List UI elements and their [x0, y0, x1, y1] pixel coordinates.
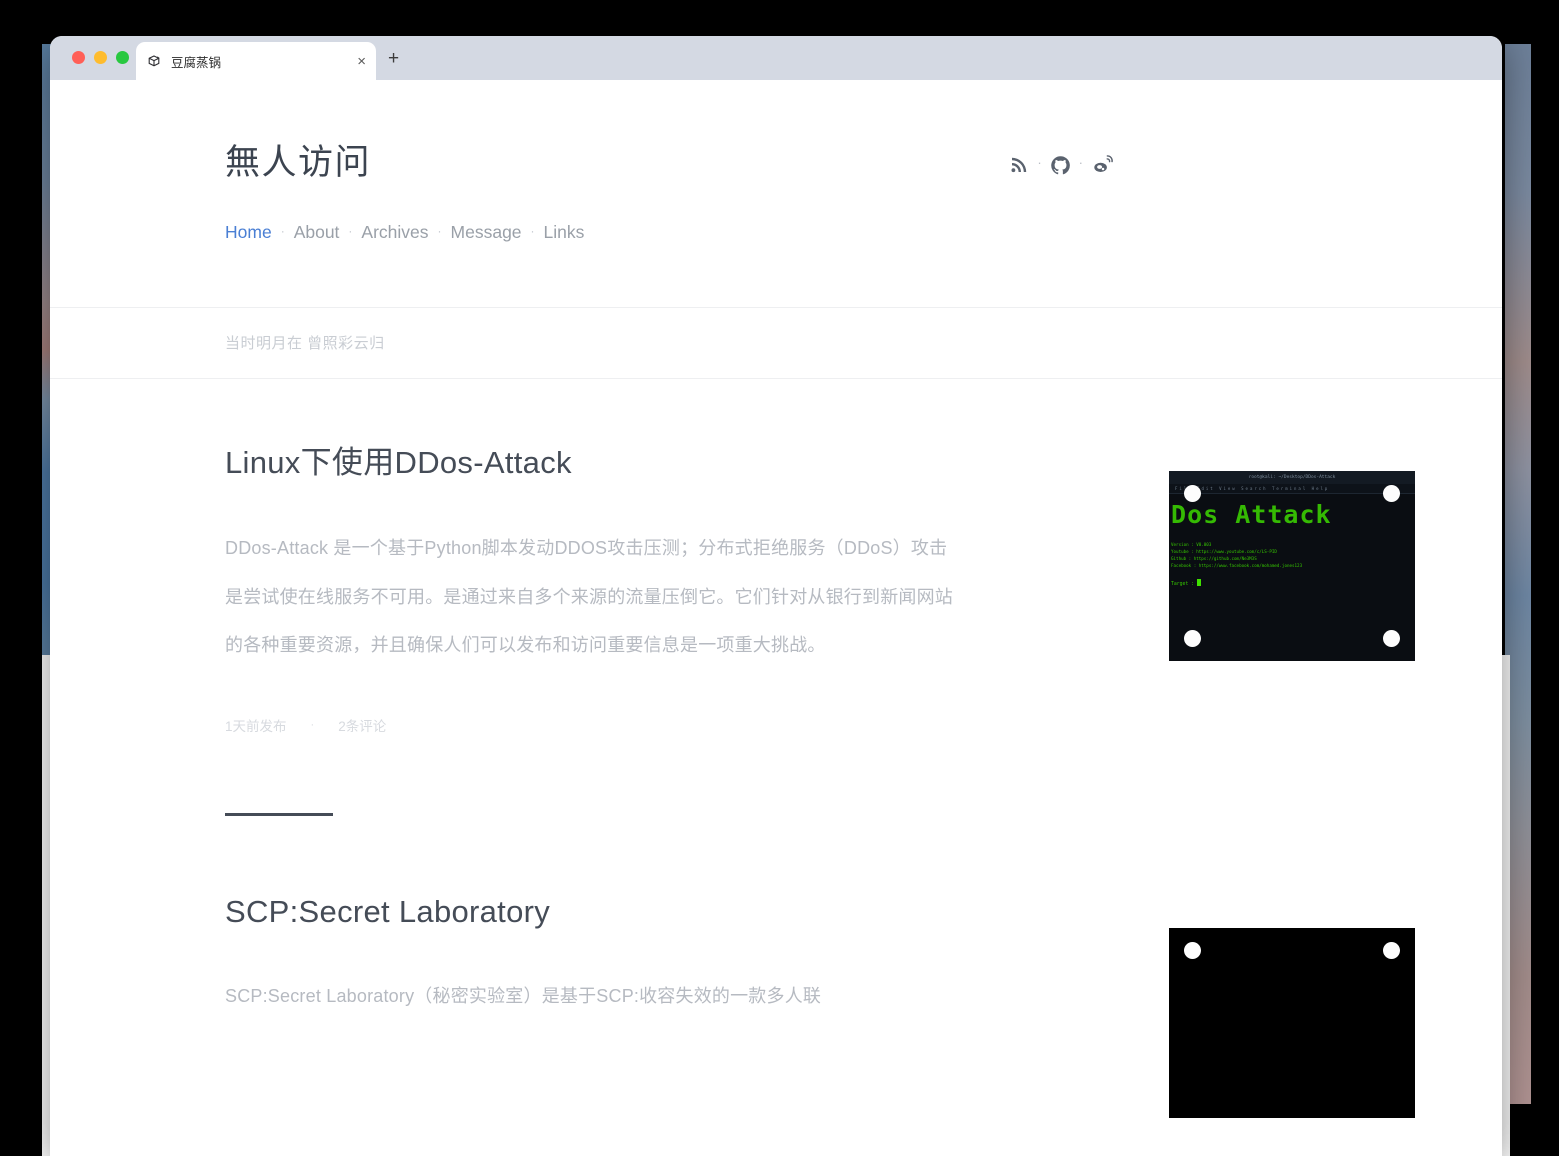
- thumbnail-prompt: Target :: [1171, 579, 1415, 587]
- post-item: SCP:Secret Laboratory SCP:Secret Laborat…: [225, 894, 1415, 1118]
- post-divider: [225, 812, 333, 816]
- weibo-icon[interactable]: [1091, 154, 1113, 176]
- nav-item-links[interactable]: Links: [544, 222, 585, 243]
- thumbnail-ascii-title: DDos Attack: [1169, 500, 1332, 529]
- window-close-button[interactable]: [72, 51, 85, 64]
- nav-separator: ·: [530, 223, 535, 238]
- nav-item-message[interactable]: Message: [451, 222, 522, 243]
- social-links: · ·: [1009, 154, 1113, 176]
- thumbnail-line: Youtube : https://www.youtube.com/c/LS-P…: [1171, 549, 1277, 554]
- social-separator: ·: [1037, 154, 1042, 170]
- site-nav: Home · About · Archives · Message · Link…: [225, 222, 1225, 243]
- thumbnail-corner-dot: [1184, 941, 1201, 959]
- post-published: 1天前发布: [225, 718, 287, 734]
- thumbnail-line: Version : V0.003: [1171, 542, 1212, 547]
- github-icon[interactable]: [1050, 155, 1071, 176]
- nav-separator: ·: [280, 223, 285, 238]
- thumbnail-corner-dot: [1184, 485, 1201, 502]
- browser-window: 豆腐蒸锅 × + 無人访问 · · Home · About · Archive…: [50, 36, 1502, 1156]
- thumbnail-line: Github : https://github.com/Ne3M3S: [1171, 556, 1257, 561]
- post-thumbnail[interactable]: root@kali: ~/Desktop/DDos-Attack File Ed…: [1169, 471, 1415, 661]
- thumbnail-corner-dot: [1383, 485, 1400, 502]
- cube-favicon: [146, 53, 162, 69]
- post-meta: 1天前发布 · 2条评论: [225, 715, 1415, 735]
- post-item: Linux下使用DDos-Attack DDos-Attack 是一个基于Pyt…: [225, 437, 1415, 735]
- meta-separator: ·: [310, 718, 315, 731]
- new-tab-button[interactable]: +: [388, 49, 399, 68]
- page-content: 無人访问 · · Home · About · Archives · Messa…: [50, 80, 1502, 1156]
- nav-item-archives[interactable]: Archives: [361, 222, 428, 243]
- tagline-band: 当时明月在 曾照彩云归: [50, 308, 1502, 379]
- thumbnail-line: Facebook : https://www.facebook.com/moha…: [1171, 563, 1303, 568]
- rss-icon[interactable]: [1009, 155, 1029, 175]
- thumbnail-prompt-label: Target :: [1171, 582, 1197, 587]
- browser-tab[interactable]: 豆腐蒸锅 ×: [136, 42, 376, 80]
- browser-tabstrip: 豆腐蒸锅 × +: [50, 36, 1502, 80]
- post-excerpt: SCP:Secret Laboratory（秘密实验室）是基于SCP:收容失效的…: [225, 985, 822, 1006]
- window-traffic-lights: [72, 51, 129, 64]
- tab-title: 豆腐蒸锅: [171, 55, 222, 70]
- site-header: 無人访问 · · Home · About · Archives · Messa…: [50, 80, 1502, 379]
- thumbnail-cursor: [1197, 579, 1201, 586]
- post-excerpt: DDos-Attack 是一个基于Python脚本发动DDOS攻击压测；分布式拒…: [225, 538, 953, 656]
- thumbnail-corner-dot: [1383, 630, 1400, 647]
- close-icon[interactable]: ×: [351, 54, 366, 69]
- window-maximize-button[interactable]: [116, 51, 129, 64]
- nav-separator: ·: [348, 223, 353, 238]
- post-title[interactable]: SCP:Secret Laboratory: [225, 894, 1415, 930]
- nav-item-about[interactable]: About: [294, 222, 340, 243]
- thumbnail-menubar: File Edit View Search Terminal Help: [1169, 484, 1415, 494]
- window-minimize-button[interactable]: [94, 51, 107, 64]
- post-thumbnail[interactable]: [1169, 927, 1415, 1118]
- thumbnail-corner-dot: [1383, 941, 1400, 959]
- post-comment-count[interactable]: 2条评论: [338, 715, 386, 735]
- site-tagline: 当时明月在 曾照彩云归: [225, 335, 385, 352]
- nav-separator: ·: [437, 223, 442, 238]
- thumbnail-corner-dot: [1184, 630, 1201, 647]
- social-separator: ·: [1078, 154, 1083, 170]
- thumbnail-titlebar: root@kali: ~/Desktop/DDos-Attack: [1169, 471, 1415, 484]
- nav-item-home[interactable]: Home: [225, 222, 272, 243]
- post-list: Linux下使用DDos-Attack DDos-Attack 是一个基于Pyt…: [50, 379, 1502, 1118]
